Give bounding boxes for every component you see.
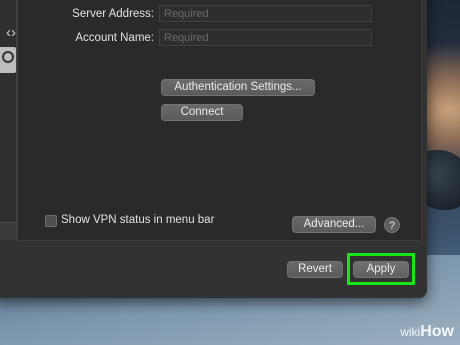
show-vpn-status-label: Show VPN status in menu bar — [61, 214, 215, 226]
authentication-settings-button[interactable]: Authentication Settings... — [161, 79, 315, 96]
connect-button[interactable]: Connect — [161, 104, 243, 121]
account-name-label: Account Name: — [75, 32, 154, 44]
help-icon[interactable]: ? — [384, 217, 400, 233]
account-name-placeholder: Required — [164, 32, 209, 44]
wikihow-watermark: wikiHow — [400, 323, 454, 341]
server-address-placeholder: Required — [164, 8, 209, 20]
watermark-prefix: wiki — [400, 325, 421, 339]
sidebar-footer — [0, 222, 16, 240]
server-address-label: Server Address: — [72, 8, 154, 20]
show-vpn-status-checkbox[interactable] — [45, 215, 57, 227]
apply-highlight-box — [347, 253, 415, 285]
watermark-suffix: How — [420, 323, 454, 340]
revert-button[interactable]: Revert — [287, 261, 343, 278]
server-address-field[interactable]: Required — [159, 5, 372, 22]
account-name-field[interactable]: Required — [159, 29, 372, 46]
advanced-button[interactable]: Advanced... — [292, 216, 376, 233]
sidebar-lock-icon[interactable] — [0, 47, 16, 73]
